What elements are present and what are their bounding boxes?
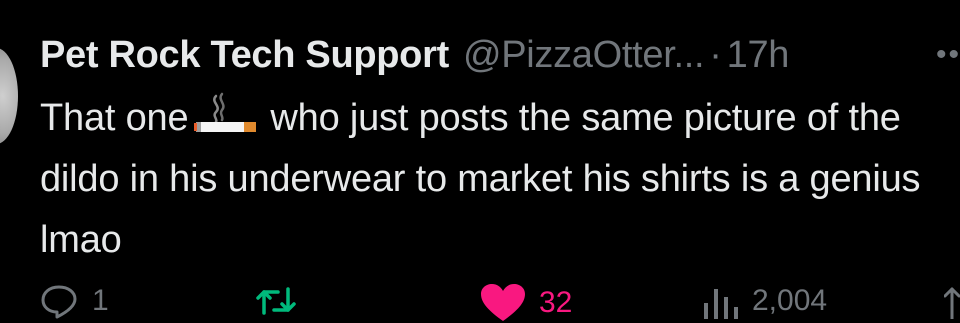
tweet-timestamp[interactable]: 17h [727,34,790,77]
reply-icon [40,283,78,319]
views-button[interactable]: 2,004 [700,283,827,319]
retweet-icon [254,283,298,319]
reply-count: 1 [92,284,109,317]
header-separator: · [709,33,722,76]
avatar[interactable] [0,48,18,144]
heart-icon [479,283,527,323]
like-count: 32 [539,286,573,319]
views-count: 2,004 [752,284,828,317]
share-button[interactable] [944,283,960,319]
display-name[interactable]: Pet Rock Tech Support [40,34,449,77]
like-button[interactable]: 32 [479,283,572,323]
tweet-header: Pet Rock Tech Support @PizzaOtter... · 1… [40,28,789,82]
reply-button[interactable]: 1 [40,283,109,319]
retweet-button[interactable] [254,283,298,319]
more-dots-icon[interactable]: •• [936,40,960,70]
tweet-actions: 1 32 2,004 [0,283,960,323]
tweet-text: That one who just posts the same picture… [40,88,955,271]
views-icon [700,283,740,319]
cigarette-emoji [194,92,260,136]
tweet-text-start: That one [40,97,189,139]
share-icon [944,283,960,319]
user-handle[interactable]: @PizzaOtter... [463,34,705,77]
